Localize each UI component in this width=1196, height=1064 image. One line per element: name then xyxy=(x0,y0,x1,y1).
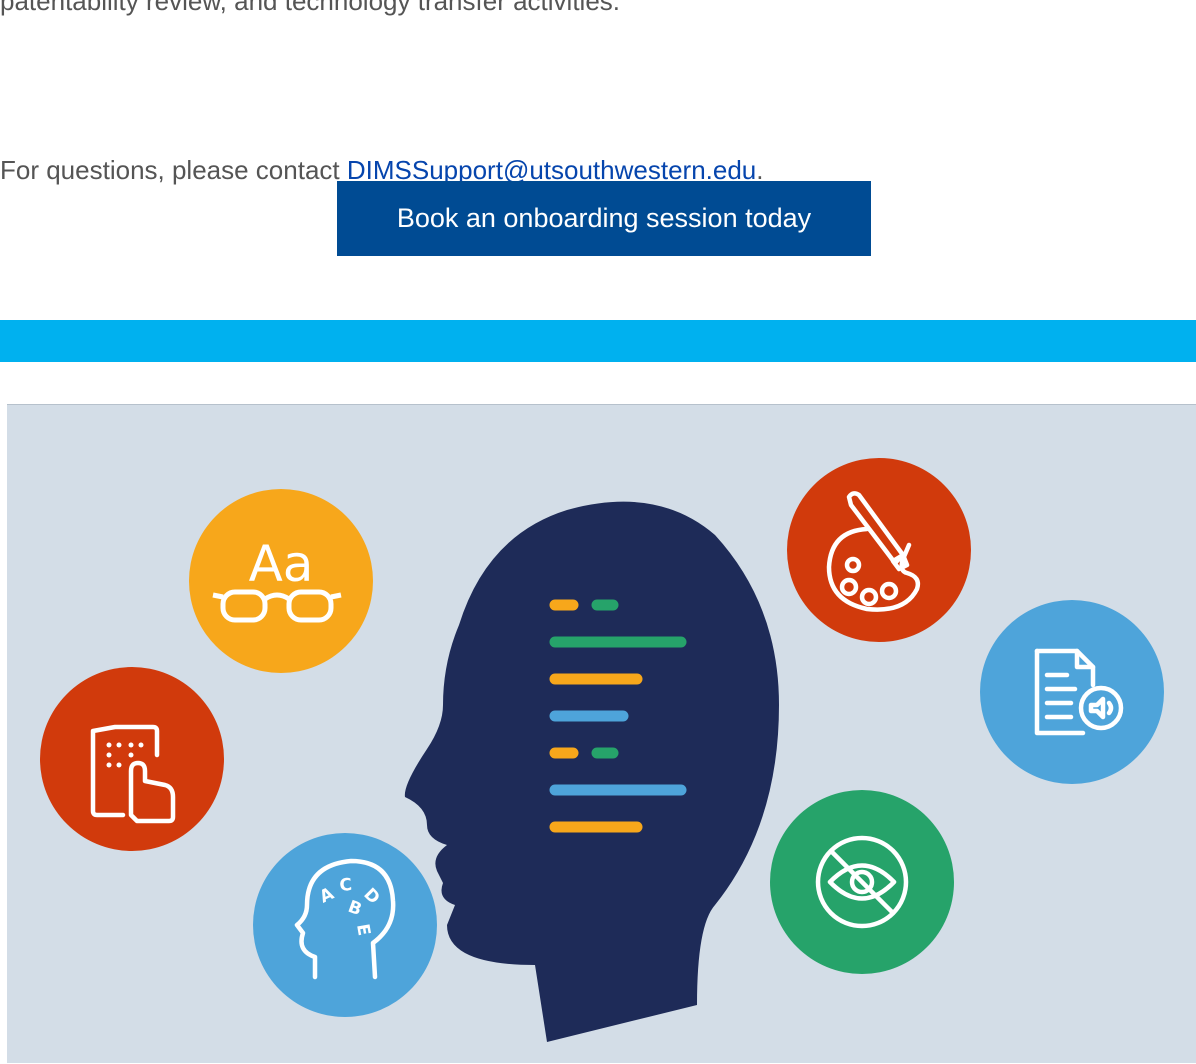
braille-touch-icon xyxy=(40,667,224,851)
low-vision-icon xyxy=(770,790,954,974)
book-onboarding-button[interactable]: Book an onboarding session today xyxy=(337,181,871,256)
dyslexia-head-icon: A C B D E xyxy=(253,833,437,1017)
glasses-text: Aa xyxy=(249,535,314,593)
blue-divider-band xyxy=(0,320,1196,362)
reading-glasses-icon: Aa xyxy=(189,489,373,673)
contact-prefix: For questions, please contact xyxy=(0,155,347,185)
svg-text:C: C xyxy=(339,875,353,896)
intro-text-tail: patentability review, and technology tra… xyxy=(0,0,621,16)
accessibility-illustration: Aa A C B D E xyxy=(7,404,1196,1064)
audio-document-icon xyxy=(980,600,1164,784)
art-palette-icon xyxy=(787,458,971,642)
illustration-canvas: Aa A C B D E xyxy=(7,405,1196,1063)
